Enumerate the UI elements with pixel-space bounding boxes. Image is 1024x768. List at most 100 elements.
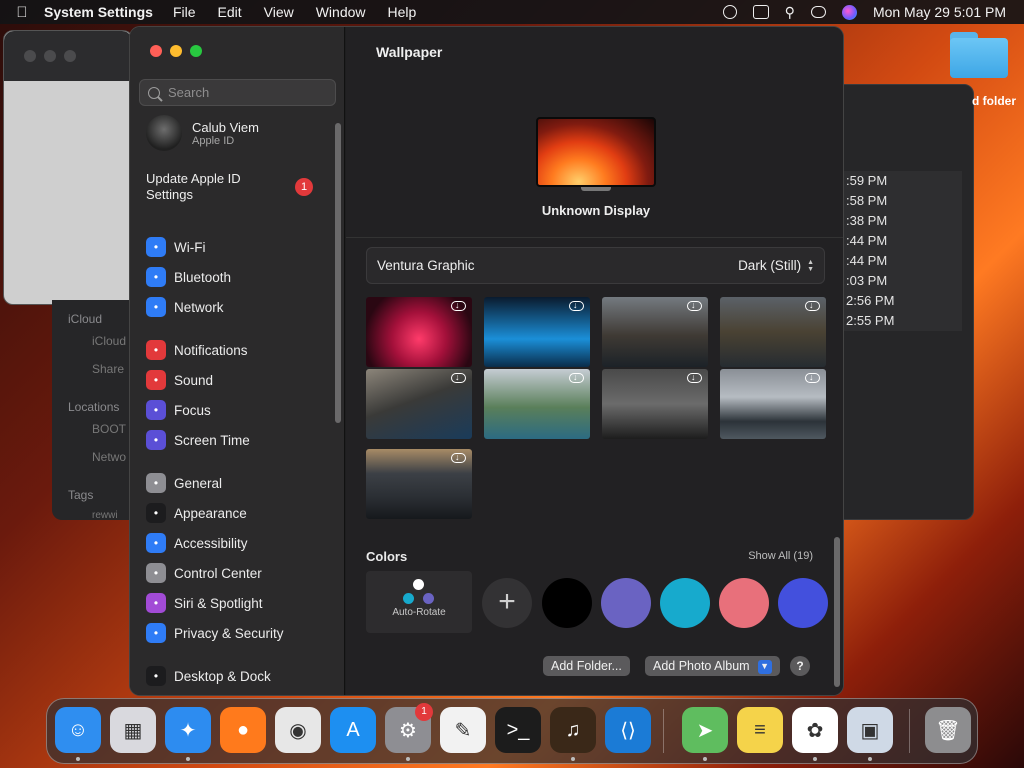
finder-row-time[interactable]: 2:55 PM: [844, 311, 962, 331]
sidebar-item-screen-time[interactable]: • Screen Time: [146, 428, 250, 452]
preview-app[interactable]: ▣: [847, 707, 893, 753]
sidebar-item-privacy-security[interactable]: • Privacy & Security: [146, 621, 284, 645]
search-field[interactable]: [139, 79, 336, 106]
firefox-app[interactable]: ●: [220, 707, 266, 753]
wallpaper-thumbnail[interactable]: [484, 297, 590, 367]
divider: [346, 237, 843, 238]
search-input[interactable]: [168, 85, 328, 100]
update-apple-id-item[interactable]: Update Apple ID Settings: [146, 171, 276, 203]
apple-id-account[interactable]: Calub Viem Apple ID: [146, 115, 259, 151]
menu-clock[interactable]: Mon May 29 5:01 PM: [873, 4, 1006, 20]
finder-item[interactable]: rewwi: [92, 510, 118, 521]
color-swatch[interactable]: [719, 578, 769, 628]
wallpaper-thumbnail[interactable]: [366, 369, 472, 439]
cloud-download-icon: [805, 300, 820, 311]
sidebar-item-wi-fi[interactable]: • Wi-Fi: [146, 235, 205, 259]
photos-app[interactable]: ✿: [792, 707, 838, 753]
search-icon: [148, 86, 160, 99]
pane-scrollbar[interactable]: [834, 537, 840, 687]
finder-row-time[interactable]: :44 PM: [844, 251, 962, 271]
finder-section-icloud: iCloud: [68, 312, 103, 326]
sidebar-item-desktop-dock[interactable]: • Desktop & Dock: [146, 664, 271, 688]
sidebar-item-displays[interactable]: •Displays: [146, 694, 225, 695]
add-color-button[interactable]: +: [482, 578, 532, 628]
textedit-app[interactable]: ✎: [440, 707, 486, 753]
background-window[interactable]: [3, 30, 133, 305]
zoom-button[interactable]: [190, 45, 202, 57]
sidebar-item-focus[interactable]: • Focus: [146, 398, 211, 422]
show-all-colors-button[interactable]: Show All (19): [748, 550, 813, 562]
wallpaper-thumbnail[interactable]: [602, 369, 708, 439]
notes-app[interactable]: ≡: [737, 707, 783, 753]
finder-row-time[interactable]: :03 PM: [844, 271, 962, 291]
finder-row-time[interactable]: 2:56 PM: [844, 291, 962, 311]
stage-manager-icon[interactable]: [752, 5, 769, 19]
add-photo-album-button[interactable]: Add Photo Album ▼: [645, 656, 780, 676]
finder-item[interactable]: Share: [92, 362, 124, 376]
trash-app[interactable]: 🗑: [925, 707, 971, 753]
finder-row-time[interactable]: :58 PM: [844, 191, 962, 211]
color-swatch[interactable]: [542, 578, 592, 628]
sidebar-item-notifications[interactable]: • Notifications: [146, 338, 248, 362]
sidebar-item-bluetooth[interactable]: • Bluetooth: [146, 265, 231, 289]
spotlight-icon[interactable]: ⚲: [785, 4, 795, 21]
apple-menu-icon[interactable]: : [0, 4, 44, 21]
maps-app[interactable]: ➤: [682, 707, 728, 753]
desktop-folder-label[interactable]: d folder: [972, 94, 1016, 108]
menu-window[interactable]: Window: [316, 4, 366, 20]
account-name: Calub Viem: [192, 119, 259, 135]
cloud-download-icon: [569, 300, 584, 311]
sidebar-item-siri-spotlight[interactable]: • Siri & Spotlight: [146, 591, 263, 615]
wallpaper-thumbnail[interactable]: [484, 369, 590, 439]
desktop-folder-icon[interactable]: [950, 32, 1008, 78]
color-swatch[interactable]: [601, 578, 651, 628]
finder-item[interactable]: Netwo: [92, 450, 126, 464]
finder-row-time[interactable]: :44 PM: [844, 231, 962, 251]
cloud-download-icon: [569, 372, 584, 383]
siri-icon[interactable]: [841, 4, 857, 20]
auto-rotate-tile[interactable]: Auto-Rotate: [366, 571, 472, 633]
finder-row-time[interactable]: :38 PM: [844, 211, 962, 231]
sidebar-item-label: General: [174, 475, 223, 491]
wallpaper-thumbnail[interactable]: [602, 297, 708, 367]
minimize-button[interactable]: [170, 45, 182, 57]
menu-app-name[interactable]: System Settings: [44, 4, 153, 20]
chevron-updown-icon[interactable]: ▲ ▼: [807, 259, 814, 273]
sidebar-scrollbar[interactable]: [335, 123, 341, 423]
menu-help[interactable]: Help: [388, 4, 417, 20]
control-center-icon[interactable]: [810, 6, 826, 18]
screen-recording-icon[interactable]: [722, 5, 737, 19]
wallpaper-thumbnail[interactable]: [720, 297, 826, 367]
menu-view[interactable]: View: [264, 4, 294, 20]
sidebar-item-control-center[interactable]: • Control Center: [146, 561, 262, 585]
finder-app[interactable]: ☺: [55, 707, 101, 753]
close-button[interactable]: [150, 45, 162, 57]
app-store-app[interactable]: A: [330, 707, 376, 753]
wallpaper-thumbnail[interactable]: [720, 369, 826, 439]
sidebar-item-accessibility[interactable]: • Accessibility: [146, 531, 248, 555]
menu-file[interactable]: File: [173, 4, 196, 20]
sidebar-item-general[interactable]: • General: [146, 471, 222, 495]
color-swatch[interactable]: [778, 578, 828, 628]
sidebar-item-sound[interactable]: • Sound: [146, 368, 213, 392]
appearance-value: Dark (Still): [738, 258, 802, 273]
wallpaper-thumbnail[interactable]: [366, 449, 472, 519]
safari-app[interactable]: ✦: [165, 707, 211, 753]
color-swatch[interactable]: [660, 578, 710, 628]
garageband-app[interactable]: ♫: [550, 707, 596, 753]
finder-row-time[interactable]: :59 PM: [844, 171, 962, 191]
wallpaper-style-picker[interactable]: Ventura Graphic Dark (Still) ▲ ▼: [366, 247, 825, 284]
vscode-app[interactable]: ⟨⟩: [605, 707, 651, 753]
add-folder-button[interactable]: Add Folder...: [543, 656, 630, 676]
terminal-app[interactable]: >_: [495, 707, 541, 753]
finder-item[interactable]: BOOT: [92, 422, 126, 436]
menu-edit[interactable]: Edit: [218, 4, 242, 20]
launchpad-app[interactable]: ▦: [110, 707, 156, 753]
help-button[interactable]: ?: [790, 656, 810, 676]
sidebar-item-appearance[interactable]: • Appearance: [146, 501, 247, 525]
finder-item[interactable]: iCloud: [92, 334, 126, 348]
sidebar-item-network[interactable]: • Network: [146, 295, 224, 319]
chrome-app[interactable]: ◉: [275, 707, 321, 753]
wallpaper-thumbnail[interactable]: [366, 297, 472, 367]
background-finder-list[interactable]: :59 PM :58 PM :38 PM :44 PM :44 PM :03 P…: [843, 84, 974, 520]
